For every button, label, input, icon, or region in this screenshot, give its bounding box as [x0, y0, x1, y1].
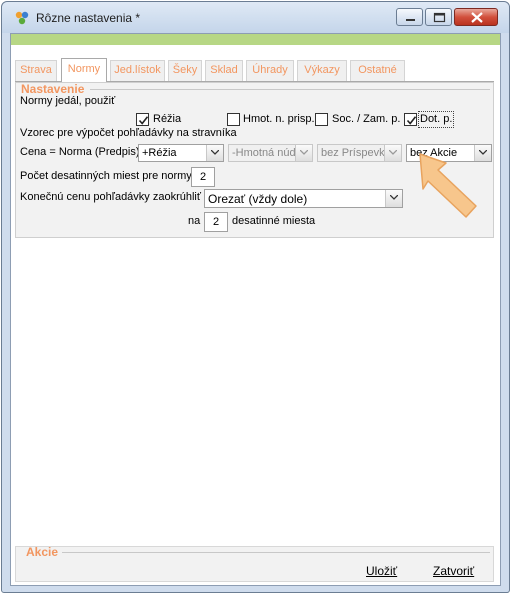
- title-bar[interactable]: Rôzne nastavenia *: [2, 2, 509, 33]
- actions-rule: [62, 552, 490, 553]
- tab-uhrady[interactable]: Úhrady: [246, 60, 294, 81]
- tab-seky[interactable]: Šeky: [168, 60, 202, 81]
- minimize-icon: [406, 19, 415, 21]
- soc-zam-label: Soc. / Zam. p.: [332, 113, 401, 125]
- na-label: na: [188, 215, 201, 227]
- rezia-checkbox[interactable]: [136, 113, 149, 126]
- rounding-decimals-input[interactable]: 2: [204, 212, 228, 232]
- actions-legend: Akcie: [26, 545, 59, 559]
- maximize-icon: [433, 12, 446, 23]
- checkmark-icon: [138, 116, 149, 125]
- rezia-combo-value: +Réžia: [142, 147, 177, 159]
- tab-ostatne[interactable]: Ostatné: [350, 60, 405, 81]
- app-icon: [15, 11, 29, 25]
- settings-legend: Nastavenie: [21, 82, 85, 96]
- pointer-arrow-icon: [419, 153, 477, 218]
- hmot-checkbox[interactable]: [227, 113, 240, 126]
- formula-label: Vzorec pre výpočet pohľadávky na stravní…: [20, 127, 237, 139]
- chevron-down-icon: [389, 150, 397, 155]
- close-window-button[interactable]: [454, 8, 498, 26]
- client-area: Strava Normy Jed.lístok Šeky Sklad Úhrad…: [10, 33, 501, 586]
- rounding-suffix-label: desatinné miesta: [232, 215, 316, 227]
- chevron-down-icon: [390, 195, 398, 200]
- price-label: Cena = Norma (Predpis): [20, 146, 140, 158]
- legend-rule: [90, 89, 490, 90]
- hmotna-nudza-combo-value: -Hmotná núdz: [232, 147, 302, 159]
- chevron-down-icon: [300, 150, 308, 155]
- dropdown-button[interactable]: [384, 145, 401, 161]
- dropdown-button[interactable]: [385, 190, 402, 207]
- norms-label: Normy jedál, použiť: [20, 95, 116, 107]
- soc-zam-checkbox[interactable]: [315, 113, 328, 126]
- window-title: Rôzne nastavenia *: [36, 11, 141, 25]
- tab-normy[interactable]: Normy: [61, 58, 107, 82]
- save-button[interactable]: Uložiť: [366, 564, 397, 578]
- checkmark-icon: [406, 116, 417, 125]
- header-accent-bar: [11, 34, 500, 45]
- hmot-label: Hmot. n. prisp.: [243, 113, 315, 125]
- decimals-label: Počet desatinných miest pre normy: [20, 170, 192, 182]
- tab-jed-listok[interactable]: Jed.lístok: [110, 60, 165, 81]
- rezia-label: Réžia: [153, 113, 182, 125]
- dot-p-label: Dot. p.: [420, 113, 453, 125]
- close-icon: [471, 12, 483, 23]
- actions-panel: Akcie Uložiť Zatvoriť: [15, 545, 494, 582]
- hmotna-nudza-combo[interactable]: -Hmotná núdz: [228, 144, 313, 162]
- minimize-button[interactable]: [396, 8, 423, 26]
- dropdown-button[interactable]: [295, 145, 312, 161]
- chevron-down-icon: [211, 150, 219, 155]
- rounding-combo[interactable]: Orezať (vždy dole): [204, 189, 403, 208]
- rounding-label: Konečnú cenu pohľadávky zaokrúhliť: [20, 191, 202, 203]
- close-button[interactable]: Zatvoriť: [433, 564, 474, 578]
- prispevok-combo[interactable]: bez Príspevk: [317, 144, 402, 162]
- tab-vykazy[interactable]: Výkazy: [297, 60, 347, 81]
- tab-strava[interactable]: Strava: [15, 60, 57, 81]
- maximize-button[interactable]: [425, 8, 452, 26]
- settings-window: Rôzne nastavenia * Strava Normy Jed.líst…: [1, 1, 510, 593]
- dot-p-checkbox[interactable]: [404, 113, 417, 126]
- rounding-combo-value: Orezať (vždy dole): [208, 192, 308, 206]
- tab-sklad[interactable]: Sklad: [205, 60, 243, 81]
- prispevok-combo-value: bez Príspevk: [321, 147, 385, 159]
- decimals-input[interactable]: 2: [191, 167, 215, 187]
- dropdown-button[interactable]: [206, 145, 223, 161]
- rezia-combo[interactable]: +Réžia: [138, 144, 224, 162]
